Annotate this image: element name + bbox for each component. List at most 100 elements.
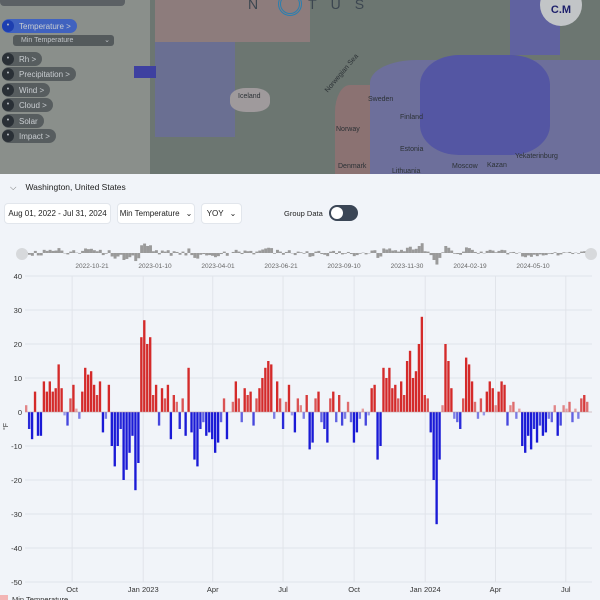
navigator-bar bbox=[571, 253, 575, 255]
bar bbox=[101, 412, 105, 433]
navigator-bar bbox=[382, 248, 386, 253]
navigator-bar bbox=[107, 250, 111, 253]
navigator-bar bbox=[270, 248, 274, 253]
navigator-bar bbox=[196, 253, 200, 259]
navigator[interactable] bbox=[22, 245, 592, 265]
navigator-tick-label: 2024-05-10 bbox=[516, 263, 550, 270]
bar bbox=[524, 412, 527, 453]
navigator-handle-left[interactable] bbox=[16, 248, 28, 260]
bar bbox=[104, 412, 108, 419]
bar bbox=[385, 378, 388, 412]
bar bbox=[562, 405, 565, 412]
bar bbox=[290, 412, 294, 416]
bar bbox=[89, 371, 93, 412]
navigator-bar bbox=[453, 253, 457, 254]
navigator-bar bbox=[175, 251, 179, 253]
bar bbox=[450, 388, 453, 412]
bar bbox=[30, 412, 34, 440]
navigator-bar bbox=[385, 249, 389, 253]
bar bbox=[417, 344, 421, 412]
navigator-bar bbox=[343, 253, 347, 254]
bar bbox=[237, 398, 240, 412]
bar bbox=[314, 398, 317, 412]
bar bbox=[343, 412, 347, 419]
bar bbox=[134, 412, 137, 491]
bar bbox=[267, 361, 270, 412]
navigator-bar bbox=[535, 253, 539, 257]
bar bbox=[400, 381, 403, 412]
navigator-bar bbox=[506, 253, 510, 255]
y-tick-label: -50 bbox=[11, 578, 22, 587]
navigator-tick-label: 2023-04-01 bbox=[201, 263, 235, 270]
navigator-bar bbox=[432, 253, 436, 260]
x-tick-label: Jan 2023 bbox=[128, 585, 159, 594]
navigator-bar bbox=[160, 250, 164, 253]
navigator-bar bbox=[405, 247, 409, 253]
navigator-bar bbox=[190, 253, 194, 256]
bar bbox=[293, 412, 297, 433]
x-tick-label: Jul bbox=[278, 585, 288, 594]
navigator-bar bbox=[553, 252, 557, 253]
navigator-bar bbox=[84, 248, 88, 253]
navigator-bar bbox=[497, 250, 501, 253]
bar bbox=[281, 412, 285, 429]
bar bbox=[264, 367, 267, 412]
bar bbox=[311, 412, 314, 443]
legend-label[interactable]: Min Temperature bbox=[12, 595, 68, 600]
navigator-bar bbox=[134, 253, 138, 262]
bar bbox=[574, 408, 577, 412]
bar bbox=[284, 401, 288, 412]
bar bbox=[234, 381, 238, 412]
navigator-bar bbox=[423, 251, 427, 253]
bar bbox=[426, 398, 429, 412]
navigator-bar bbox=[33, 250, 37, 253]
bar bbox=[355, 412, 359, 433]
navigator-bar bbox=[252, 253, 256, 255]
navigator-bar bbox=[512, 251, 516, 253]
navigator-bar bbox=[414, 248, 418, 253]
bar bbox=[373, 384, 376, 412]
bar bbox=[163, 398, 167, 412]
navigator-bar bbox=[538, 253, 542, 255]
navigator-bar bbox=[92, 250, 96, 253]
navigator-bar bbox=[157, 253, 161, 255]
navigator-bar bbox=[72, 250, 76, 253]
navigator-bar bbox=[417, 246, 421, 253]
navigator-bar bbox=[577, 253, 581, 254]
navigator-bar bbox=[51, 250, 55, 253]
navigator-bar bbox=[166, 250, 170, 253]
bar bbox=[287, 384, 291, 412]
navigator-bar bbox=[515, 253, 519, 254]
navigator-bar bbox=[87, 249, 90, 253]
bar bbox=[66, 412, 69, 426]
bar bbox=[240, 412, 243, 423]
bar bbox=[506, 412, 509, 426]
bar bbox=[243, 388, 246, 412]
navigator-bar bbox=[234, 249, 238, 253]
bar bbox=[500, 381, 503, 412]
navigator-bar bbox=[488, 249, 492, 253]
bar bbox=[382, 367, 385, 412]
navigator-bar bbox=[376, 253, 380, 258]
bar bbox=[358, 412, 362, 419]
bar bbox=[432, 412, 435, 480]
bar bbox=[116, 412, 119, 446]
navigator-handle-right[interactable] bbox=[585, 248, 597, 260]
legend-swatch[interactable] bbox=[0, 595, 8, 600]
navigator-bar bbox=[143, 243, 147, 253]
bar bbox=[258, 388, 261, 412]
bar bbox=[491, 388, 494, 412]
navigator-bar bbox=[287, 250, 291, 253]
bar bbox=[146, 344, 149, 412]
bar bbox=[113, 412, 116, 467]
bar bbox=[550, 412, 553, 423]
navigator-bar bbox=[373, 250, 377, 253]
bar bbox=[568, 401, 571, 412]
bar bbox=[467, 364, 471, 412]
bar bbox=[69, 398, 72, 412]
navigator-bar bbox=[119, 253, 123, 255]
bar bbox=[414, 371, 418, 412]
bar bbox=[84, 367, 87, 412]
bar bbox=[48, 381, 51, 412]
navigator-bar bbox=[456, 253, 460, 255]
